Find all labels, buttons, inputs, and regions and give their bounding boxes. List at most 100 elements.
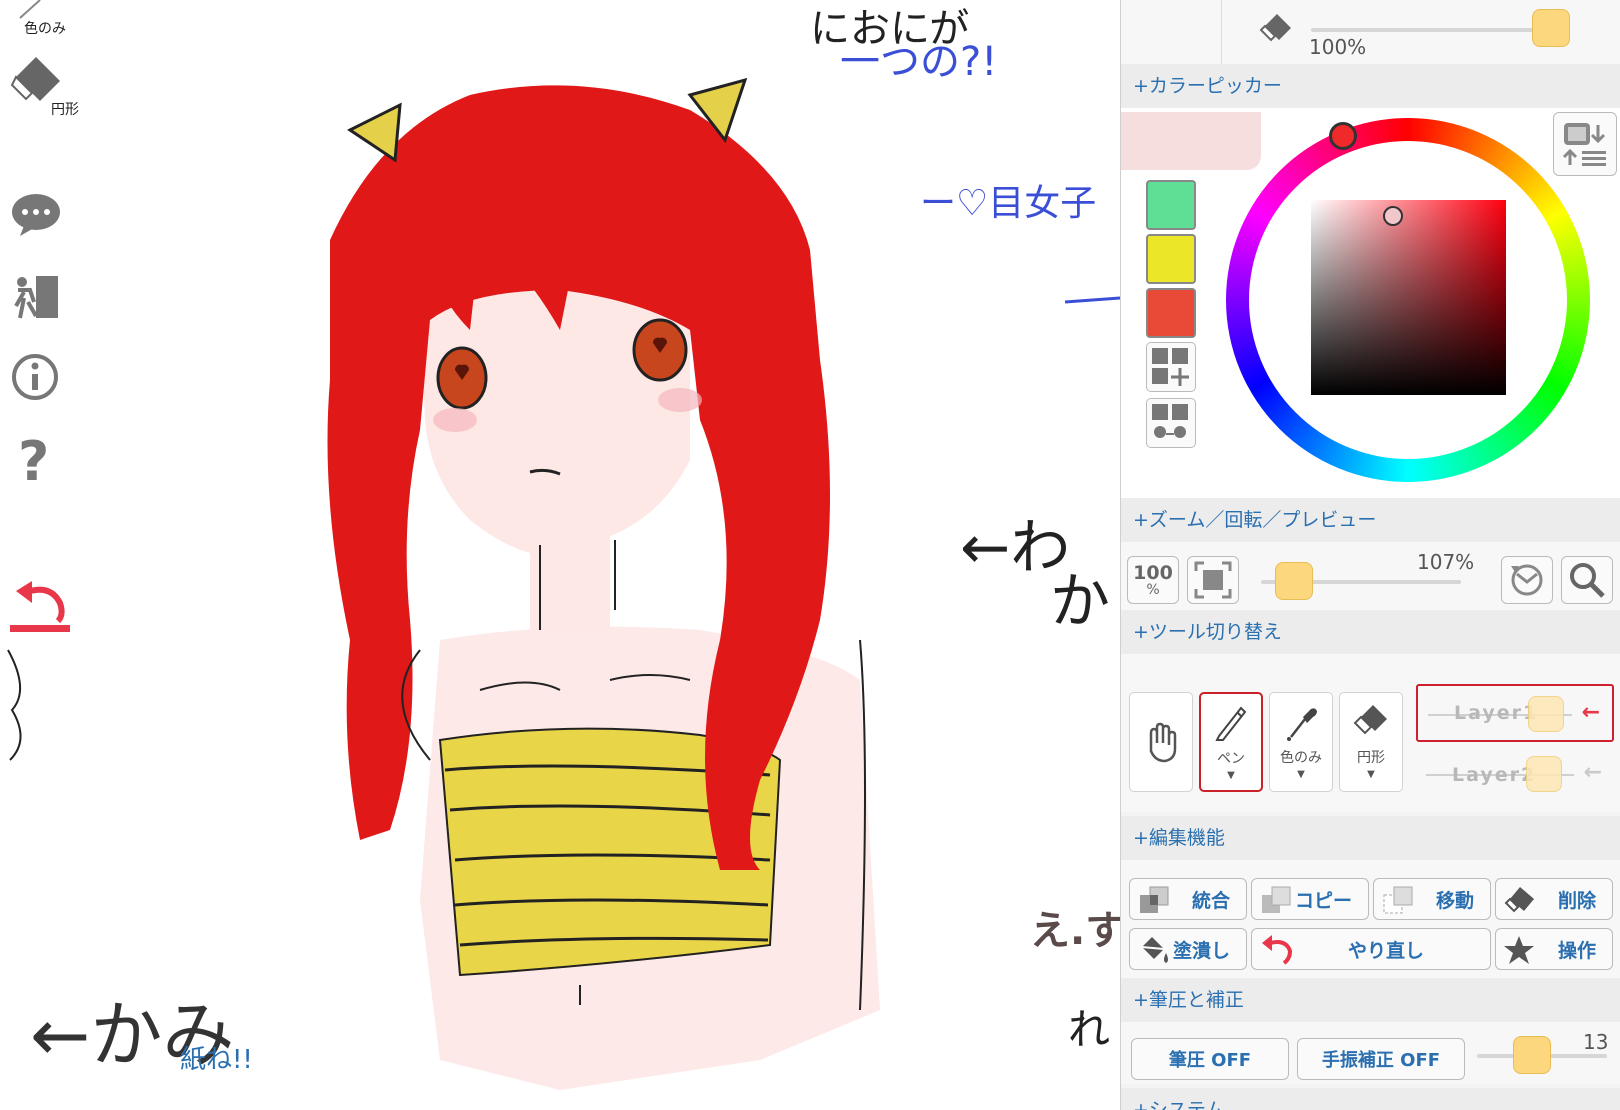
drawing-app: におにが 一つの?! ー♡目女子 ←わ か え.す れ ←かみ 紙ね!! 色のみ — [0, 0, 1620, 1110]
hue-selector[interactable] — [1329, 122, 1357, 150]
drawing-canvas[interactable]: におにが 一つの?! ー♡目女子 ←わ か え.す れ ←かみ 紙ね!! 色のみ — [0, 0, 1120, 1110]
canvas-note-re: れ — [1068, 1005, 1110, 1054]
layer-1-opacity-knob[interactable] — [1528, 696, 1564, 732]
opacity-slider-knob[interactable] — [1532, 9, 1570, 47]
swap-grid-icon — [1152, 404, 1188, 438]
hand-icon — [1149, 722, 1177, 763]
fill-button[interactable]: 塗潰し — [1129, 928, 1247, 970]
tool-switch-header[interactable]: +ツール切り替え — [1121, 610, 1620, 654]
zoom-reset-button[interactable]: 100 % — [1127, 556, 1179, 604]
redo-arrow-icon — [1262, 935, 1293, 965]
pencil-icon — [17, 0, 73, 20]
tool-eraser-round[interactable]: 円形 — [10, 55, 80, 119]
undo-button[interactable] — [10, 575, 80, 632]
canvas-note-top2: 一つの?! — [840, 39, 997, 85]
eraser-small-icon — [1259, 12, 1293, 50]
exit-door-icon — [14, 272, 73, 328]
pen-tool-label: ペン — [1217, 751, 1245, 767]
pen-pressure-toggle[interactable]: 筆圧 OFF — [1131, 1038, 1289, 1080]
canvas-note-kami-sub: 紙ね!! — [180, 1045, 253, 1075]
pen-icon — [1215, 706, 1247, 741]
eyedropper-icon — [1287, 708, 1317, 741]
redo-label: やり直し — [1347, 939, 1424, 962]
dropper-tool-button[interactable]: 色のみ ▼ — [1269, 692, 1333, 792]
color-swatch-green[interactable] — [1146, 180, 1196, 230]
right-panel: 100% +カラーピッカー +ズーム／回転／プレビュー 100 % 107% +… — [1120, 0, 1620, 1110]
merge-icon — [1140, 886, 1169, 913]
dropper-dropdown-icon: ▼ — [1297, 769, 1305, 780]
rotate-icon — [1511, 564, 1543, 596]
fit-screen-button[interactable] — [1187, 556, 1239, 604]
layer-1-row[interactable]: Layer1 ← — [1416, 684, 1614, 742]
redo-button[interactable]: やり直し — [1251, 928, 1491, 970]
layer-1-name: Layer1 — [1454, 702, 1539, 724]
color-picker-area — [1121, 108, 1620, 508]
current-color-preview — [1121, 112, 1261, 170]
canvas-note-es: え.す — [1030, 908, 1120, 954]
pen-dropdown-icon: ▼ — [1227, 770, 1235, 781]
zoom-reset-top: 100 — [1133, 561, 1173, 584]
canvas-note-heart: ー♡目女子 — [920, 183, 1096, 224]
saturation-value-square[interactable] — [1311, 200, 1506, 395]
layer-2-opacity-knob[interactable] — [1526, 756, 1562, 792]
copy-button[interactable]: コピー — [1251, 878, 1369, 920]
color-swatch-red[interactable] — [1146, 288, 1196, 338]
fit-screen-icon — [1194, 561, 1232, 599]
layer-1-arrow-icon: ← — [1581, 700, 1600, 725]
swap-palette-button[interactable] — [1146, 398, 1196, 448]
stabilizer-value: 13 — [1583, 1030, 1609, 1054]
merge-label: 統合 — [1191, 889, 1230, 912]
zoom-slider-knob[interactable] — [1275, 562, 1313, 600]
move-button[interactable]: 移動 — [1373, 878, 1491, 920]
svg-text:?: ? — [18, 432, 49, 488]
sv-selector[interactable] — [1383, 206, 1403, 226]
canvas-note-arrow2: か — [1050, 567, 1110, 637]
palette-mode-button[interactable] — [1553, 112, 1617, 176]
question-icon: ? — [17, 432, 73, 488]
star-icon — [1504, 936, 1534, 964]
pressure-header[interactable]: +筆圧と補正 — [1121, 978, 1620, 1022]
layer-2-row[interactable]: Layer2 ← — [1416, 746, 1614, 804]
move-icon — [1383, 886, 1413, 914]
copy-label: コピー — [1294, 889, 1352, 912]
fill-label: 塗潰し — [1172, 939, 1230, 962]
eraser-tool-button[interactable]: 円形 ▼ — [1339, 692, 1403, 792]
delete-button[interactable]: 削除 — [1495, 878, 1613, 920]
stabilizer-toggle[interactable]: 手振補正 OFF — [1297, 1038, 1465, 1080]
copy-icon — [1262, 886, 1291, 913]
tool-color-only[interactable]: 色のみ — [10, 0, 80, 38]
add-grid-icon — [1152, 348, 1189, 386]
operation-button[interactable]: 操作 — [1495, 928, 1613, 970]
magnifier-icon — [1570, 563, 1605, 598]
tool-color-only-label: 色のみ — [24, 21, 66, 37]
preview-button[interactable] — [1561, 556, 1613, 604]
zoom-value: 107% — [1417, 550, 1475, 574]
operation-label: 操作 — [1557, 939, 1596, 962]
eraser-dropdown-icon: ▼ — [1367, 769, 1375, 780]
system-header[interactable]: +システム — [1121, 1088, 1620, 1110]
bucket-icon — [1141, 937, 1168, 963]
undo-icon — [10, 575, 73, 632]
layer-2-arrow-icon: ← — [1583, 760, 1602, 785]
hand-tool-button[interactable] — [1129, 692, 1193, 792]
eraser-tool-label: 円形 — [1357, 750, 1385, 766]
pen-tool-button[interactable]: ペン ▼ — [1199, 692, 1263, 792]
rotate-reset-button[interactable] — [1501, 556, 1553, 604]
delete-label: 削除 — [1557, 889, 1596, 912]
zoom-header[interactable]: +ズーム／回転／プレビュー — [1121, 498, 1620, 542]
exit-button[interactable] — [10, 272, 80, 328]
merge-button[interactable]: 統合 — [1129, 878, 1247, 920]
stabilizer-slider-knob[interactable] — [1513, 1036, 1551, 1074]
info-icon — [12, 352, 73, 408]
delete-eraser-icon — [1504, 887, 1534, 913]
chat-button[interactable] — [10, 192, 80, 248]
add-palette-button[interactable] — [1146, 342, 1196, 392]
color-picker-header[interactable]: +カラーピッカー — [1121, 64, 1620, 108]
zoom-reset-bottom: % — [1146, 581, 1160, 598]
help-button[interactable]: ? — [10, 432, 80, 488]
opacity-slider-track[interactable] — [1311, 28, 1551, 32]
edit-header[interactable]: +編集機能 — [1121, 816, 1620, 860]
canvas-illustration[interactable]: におにが 一つの?! ー♡目女子 ←わ か え.す れ ←かみ 紙ね!! — [0, 0, 1120, 1110]
info-button[interactable] — [10, 352, 80, 408]
color-swatch-yellow[interactable] — [1146, 234, 1196, 284]
